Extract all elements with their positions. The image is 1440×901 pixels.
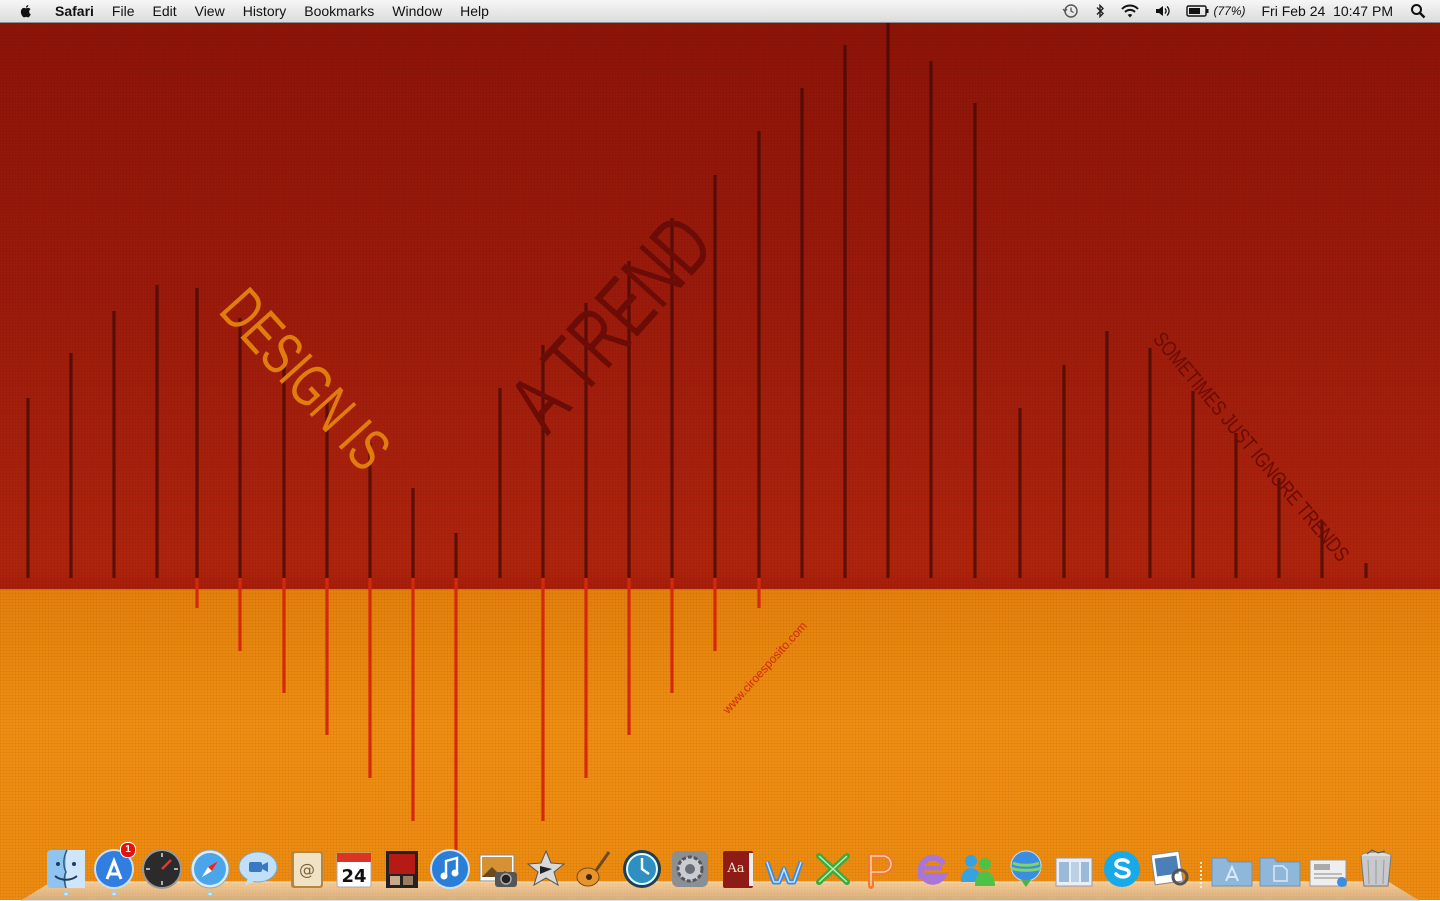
menu-edit[interactable]: Edit — [143, 0, 185, 22]
messenger-icon[interactable] — [956, 844, 1000, 890]
dictionary-icon[interactable]: Aa — [716, 844, 760, 890]
excel-icon[interactable] — [812, 844, 856, 890]
menu-history[interactable]: History — [234, 0, 296, 22]
apple-menu-icon[interactable] — [0, 3, 46, 19]
clock[interactable]: Fri Feb 24 10:47 PM — [1252, 0, 1402, 22]
menu-window[interactable]: Window — [383, 0, 451, 22]
menu-bar: Safari File Edit View History Bookmarks … — [0, 0, 1440, 23]
ichat-icon[interactable] — [236, 844, 280, 890]
skype-icon[interactable] — [1100, 844, 1144, 890]
address-book-icon[interactable]: @ — [284, 844, 328, 890]
desktop-wallpaper: DESIGN IS A TREND SOMETIMES JUST IGNORE … — [0, 23, 1440, 900]
spotlight-icon[interactable] — [1402, 3, 1440, 19]
app-store-badge: 1 — [120, 842, 136, 858]
safari-icon[interactable] — [188, 844, 232, 896]
dictionary-label: Aa — [726, 861, 744, 876]
downloads-stack-icon[interactable] — [1306, 844, 1350, 890]
dock-separator — [1196, 846, 1206, 890]
svg-text:@: @ — [299, 860, 315, 879]
bluetooth-icon[interactable] — [1087, 3, 1113, 19]
itunes-icon[interactable] — [428, 844, 472, 890]
documents-folder-icon[interactable] — [1258, 844, 1302, 890]
running-indicator — [207, 892, 213, 896]
dashboard-icon[interactable] — [140, 844, 184, 890]
network-icon[interactable] — [1004, 844, 1048, 890]
menu-bookmarks[interactable]: Bookmarks — [295, 0, 383, 22]
finder-icon[interactable] — [44, 844, 88, 896]
wifi-icon[interactable] — [1113, 3, 1147, 19]
trash-icon[interactable] — [1354, 844, 1398, 890]
iphoto-icon[interactable] — [476, 844, 520, 890]
photo-booth-icon[interactable] — [380, 844, 424, 890]
dock: 1 @ 24 Aa — [44, 836, 1398, 896]
app-menu-safari[interactable]: Safari — [46, 0, 103, 22]
garageband-icon[interactable] — [572, 844, 616, 890]
running-indicator — [111, 892, 117, 896]
volume-icon[interactable] — [1147, 3, 1179, 19]
time-machine-icon[interactable] — [620, 844, 664, 890]
directory-icon[interactable] — [1052, 844, 1096, 890]
menu-view[interactable]: View — [186, 0, 234, 22]
entourage-icon[interactable] — [908, 844, 952, 890]
ical-date: 24 — [341, 866, 366, 887]
applications-folder-icon[interactable] — [1210, 844, 1254, 890]
app-store-icon[interactable]: 1 — [92, 842, 136, 896]
preview-icon[interactable] — [1148, 844, 1192, 890]
word-icon[interactable] — [764, 844, 808, 890]
ical-icon[interactable]: 24 — [332, 844, 376, 890]
system-preferences-icon[interactable] — [668, 844, 712, 890]
wallpaper-bars — [26, 23, 1368, 863]
running-indicator — [63, 892, 69, 896]
battery-percent: (77%) — [1213, 4, 1246, 18]
menu-file[interactable]: File — [103, 0, 144, 22]
powerpoint-icon[interactable] — [860, 844, 904, 890]
imovie-icon[interactable] — [524, 844, 568, 890]
battery-icon[interactable]: (77%) — [1179, 4, 1252, 18]
time-machine-icon[interactable] — [1055, 3, 1087, 19]
menu-help[interactable]: Help — [451, 0, 498, 22]
